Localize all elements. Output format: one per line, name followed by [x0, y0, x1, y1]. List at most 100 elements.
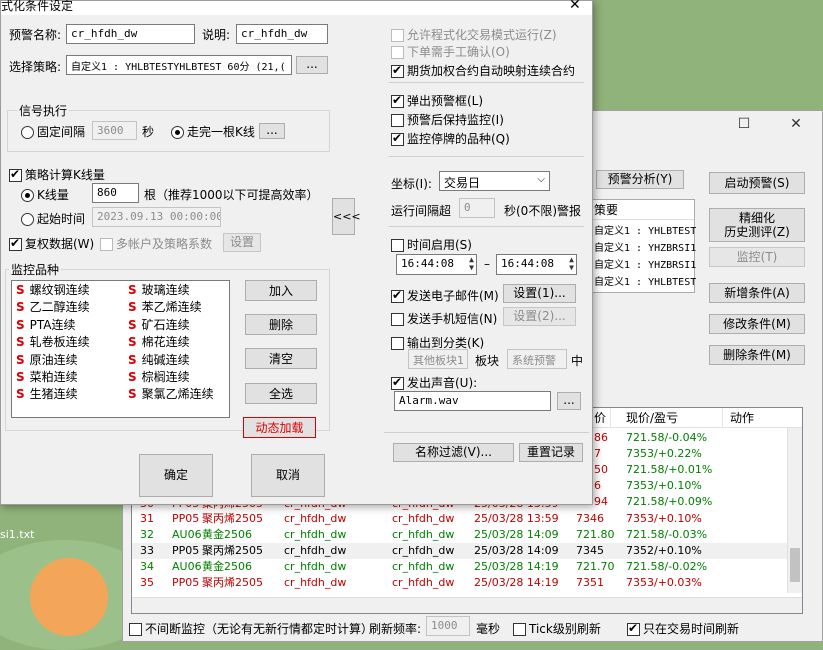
continuous-monitor-checkbox[interactable]: 不间断监控（无论有无新行情都定时计算） [129, 620, 373, 637]
warning-analysis-button[interactable]: 预警分析(Y) [596, 170, 684, 189]
strategy-list-item[interactable]: 自定义1 : YHLBTEST [594, 223, 696, 240]
strategy-list[interactable]: 策要 自定义1 : YHLBTEST 自定义1 : YHZBRSI1 自定义1 : … [589, 199, 696, 293]
coord-select[interactable]: 交易日 ⌵ [439, 171, 550, 191]
col-pnl-header[interactable]: 现价/盈亏 [626, 408, 678, 428]
checkbox-box[interactable] [391, 29, 404, 42]
table-scrollbar[interactable] [787, 428, 802, 593]
variety-item[interactable]: S 玻璃连续 [128, 282, 214, 299]
delete-condition-button[interactable]: 删除条件(M) [709, 345, 805, 365]
radio-circle[interactable] [21, 213, 34, 226]
maximize-icon[interactable]: ☐ [729, 116, 759, 138]
start-warning-button[interactable]: 启动预警(S) [709, 172, 805, 194]
time-to-input[interactable]: 16:44:08 ▲ ▼ [496, 254, 577, 275]
radio-circle[interactable] [21, 126, 34, 139]
col-action-header[interactable]: 动作 [730, 408, 754, 428]
desktop-file-label[interactable]: si1.txt [0, 528, 34, 541]
variety-item[interactable]: S PTA连续 [16, 317, 90, 334]
dynamic-load-button[interactable]: 动态加载 [243, 417, 316, 438]
checkbox-box[interactable] [513, 623, 526, 636]
add-condition-button[interactable]: 新增条件(A) [709, 283, 805, 303]
variety-item[interactable]: S 原油连续 [16, 352, 90, 369]
checkbox-box[interactable] [391, 375, 404, 390]
table-row[interactable]: 34 AU06 黄金2506 cr_hfdh_dw cr_hfdh_dw 25/03/28… [132, 559, 788, 575]
variety-item[interactable]: S 聚氯乙烯连续 [128, 386, 214, 403]
checkbox-box[interactable] [391, 239, 404, 252]
select-all-button[interactable]: 全选 [245, 383, 317, 404]
run-interval-input[interactable]: 0 [459, 198, 495, 218]
variety-item[interactable]: S 苯乙烯连续 [128, 299, 214, 316]
keep-monitor-checkbox[interactable]: 预警后保持监控(I) [391, 111, 504, 128]
checkbox-box[interactable] [391, 337, 404, 350]
varieties-list[interactable]: S 螺纹钢连续 S 乙二醇连续 S PTA连续 S 轧卷板连续 S 原油连续 S 菜粕连续 S 生猪连续 … [11, 280, 230, 418]
checkbox-box[interactable] [391, 131, 404, 146]
popup-warning-checkbox[interactable]: 弹出预警框(L) [391, 92, 483, 109]
multi-account-settings-button[interactable]: 设置 [223, 233, 261, 252]
other-block-select[interactable]: 其他板块1 [408, 349, 468, 369]
strategy-list-item[interactable]: 自定义1 : YHLBTEST [594, 274, 696, 291]
variety-item[interactable]: S 螺纹钢连续 [16, 282, 90, 299]
variety-item[interactable]: S 乙二醇连续 [16, 299, 90, 316]
start-time-radio[interactable]: 起始时间 [21, 210, 85, 227]
checkbox-box[interactable] [391, 63, 404, 78]
radio-circle[interactable] [21, 189, 34, 202]
strategy-browse-button[interactable]: ... [296, 56, 328, 74]
complete-kline-radio[interactable]: 走完一根K线 [171, 123, 255, 140]
interval-input[interactable]: 3600 [92, 121, 137, 140]
allow-programmatic-checkbox[interactable]: 允许程式化交易模式运行(Z) [391, 26, 557, 43]
time-enable-checkbox[interactable]: 时间启用(S) [391, 236, 472, 253]
checkbox-box[interactable] [100, 238, 113, 251]
checkbox-box[interactable] [391, 114, 404, 127]
monitor-stopped-checkbox[interactable]: 监控停牌的品种(Q) [391, 130, 510, 147]
checkbox-box[interactable] [129, 623, 142, 636]
only-trading-time-checkbox[interactable]: 只在交易时间刷新 [627, 620, 739, 637]
checkbox-box[interactable] [9, 236, 22, 251]
variety-item[interactable]: S 棉花连续 [128, 334, 214, 351]
start-time-input[interactable]: 2023.09.13 00:00:00 [92, 207, 221, 227]
email-settings-button[interactable]: 设置(1)... [503, 284, 576, 303]
calc-kline-checkbox[interactable]: 策略计算K线量 [9, 166, 105, 183]
table-row[interactable]: 33 PP05 聚丙烯2505 cr_hfdh_dw cr_hfdh_dw 25/03/2… [132, 543, 788, 559]
close-icon[interactable]: ✕ [569, 0, 581, 13]
fq-data-checkbox[interactable]: 复权数据(W) [9, 235, 94, 252]
spin-icon[interactable]: ▲ ▼ [469, 256, 474, 272]
table-row[interactable]: 35 PP05 聚丙烯2505 cr_hfdh_dw cr_hfdh_dw 25/03/2… [132, 575, 788, 591]
table-row[interactable]: 32 AU06 黄金2506 cr_hfdh_dw cr_hfdh_dw 25/03/28… [132, 527, 788, 543]
checkbox-box[interactable] [627, 621, 640, 636]
variety-item[interactable]: S 纯碱连续 [128, 352, 214, 369]
table-hscrollbar[interactable] [132, 597, 802, 613]
checkbox-box[interactable] [9, 167, 22, 182]
col-price-header[interactable]: 价 [594, 408, 606, 428]
add-button[interactable]: 加入 [245, 280, 317, 301]
checkbox-box[interactable] [391, 313, 404, 326]
cancel-button[interactable]: 取消 [251, 454, 325, 497]
name-filter-button[interactable]: 名称过滤(V)... [393, 443, 514, 462]
checkbox-box[interactable] [391, 288, 404, 303]
kline-count-input[interactable]: 860 [92, 183, 139, 203]
chevron-down-icon[interactable]: ⌵ [537, 174, 545, 185]
variety-item[interactable]: S 菜粕连续 [16, 369, 90, 386]
strategy-list-item[interactable]: 自定义1 : YHZBRSI1 [594, 240, 696, 257]
monitor-button[interactable]: 监控(T) [709, 247, 805, 267]
sound-file-input[interactable]: Alarm.wav [394, 391, 551, 411]
close-icon[interactable]: ✕ [781, 116, 811, 138]
time-from-input[interactable]: 16:44:08 ▲ ▼ [396, 254, 477, 275]
refined-history-button[interactable]: 精细化 历史测评(Z) [709, 208, 805, 242]
auto-map-checkbox[interactable]: 期货加权合约自动映射连续合约 [391, 62, 575, 79]
scrollbar-thumb[interactable] [790, 548, 800, 582]
warning-name-input[interactable]: cr_hfdh_dw [66, 24, 195, 44]
kline-count-radio[interactable]: K线量 [21, 186, 69, 203]
collapse-button[interactable]: <<< [332, 198, 361, 235]
send-sms-checkbox[interactable]: 发送手机短信(N) [391, 310, 497, 327]
variety-item[interactable]: S 棕榈连续 [128, 369, 214, 386]
ok-button[interactable]: 确定 [139, 454, 213, 497]
table-row[interactable]: 31 PP05 聚丙烯2505 cr_hfdh_dw cr_hfdh_dw 25/03/2… [132, 511, 788, 527]
modify-condition-button[interactable]: 修改条件(M) [709, 314, 805, 334]
system-warning-select[interactable]: 系统预警 [507, 349, 567, 369]
strategy-input[interactable]: 自定义1 : YHLBTESTYHLBTEST 60分 (21,( [66, 55, 292, 75]
checkbox-box[interactable] [391, 46, 404, 59]
variety-item[interactable]: S 生猪连续 [16, 386, 90, 403]
sound-browse-button[interactable]: ... [557, 392, 581, 410]
kline-browse-button[interactable]: ... [259, 123, 285, 139]
multi-account-checkbox[interactable]: 多帐户及策略系数 [100, 235, 212, 252]
checkbox-box[interactable] [391, 93, 404, 108]
